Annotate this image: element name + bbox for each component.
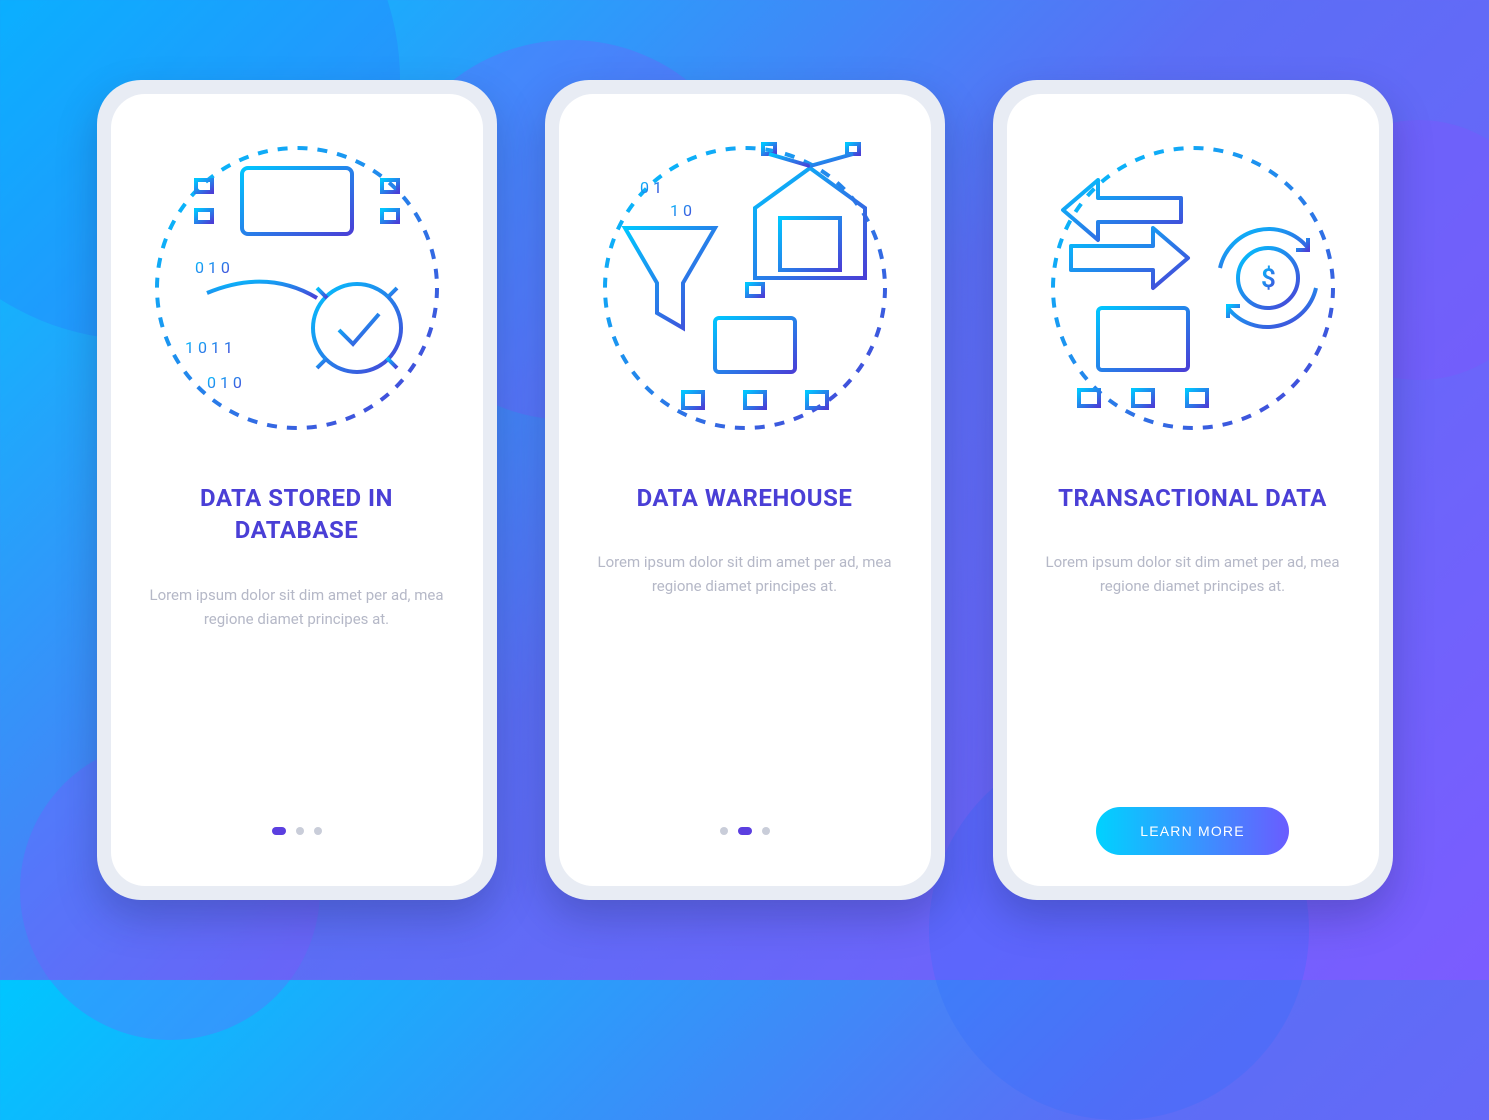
onboarding-title: DATA WAREHOUSE xyxy=(637,482,853,514)
onboarding-footer: LEARN MORE xyxy=(1096,806,1289,856)
page-dot-1[interactable] xyxy=(720,827,728,835)
svg-text:$: $ xyxy=(1261,264,1276,294)
svg-text:1 0: 1 0 xyxy=(670,201,692,220)
svg-text:0 1 0: 0 1 0 xyxy=(195,258,230,277)
svg-text:1 0 1 1: 1 0 1 1 xyxy=(185,338,233,357)
onboarding-footer xyxy=(272,806,322,856)
page-dot-1[interactable] xyxy=(272,827,286,835)
svg-text:0 1: 0 1 xyxy=(640,178,662,197)
page-dot-3[interactable] xyxy=(762,827,770,835)
phones-row: 0 1 0 1 0 1 1 0 1 0 xyxy=(97,80,1393,900)
onboarding-title: TRANSACTIONAL DATA xyxy=(1058,482,1327,514)
onboarding-title: DATA STORED IN DATABASE xyxy=(139,482,455,547)
learn-more-button[interactable]: LEARN MORE xyxy=(1096,807,1289,855)
onboarding-body: Lorem ipsum dolor sit dim amet per ad, m… xyxy=(1043,550,1343,598)
phone-frame: 0 1 1 0 xyxy=(545,80,945,900)
onboarding-footer xyxy=(720,806,770,856)
phone-frame: 0 1 0 1 0 1 1 0 1 0 xyxy=(97,80,497,900)
data-warehouse-icon: 0 1 1 0 xyxy=(595,138,895,438)
phone-frame: $ xyxy=(993,80,1393,900)
onboarding-body: Lorem ipsum dolor sit dim amet per ad, m… xyxy=(595,550,895,598)
onboarding-screen-3: $ xyxy=(1007,94,1379,886)
database-mining-icon: 0 1 0 1 0 1 1 0 1 0 xyxy=(147,138,447,438)
onboarding-screen-2: 0 1 1 0 xyxy=(559,94,931,886)
onboarding-screen-1: 0 1 0 1 0 1 1 0 1 0 xyxy=(111,94,483,886)
onboarding-body: Lorem ipsum dolor sit dim amet per ad, m… xyxy=(147,583,447,631)
page-dots xyxy=(720,827,770,835)
transactional-data-icon: $ xyxy=(1043,138,1343,438)
page-dots xyxy=(272,827,322,835)
page-dot-2[interactable] xyxy=(296,827,304,835)
svg-text:0 1 0: 0 1 0 xyxy=(207,373,242,392)
page-dot-3[interactable] xyxy=(314,827,322,835)
page-dot-2[interactable] xyxy=(738,827,752,835)
